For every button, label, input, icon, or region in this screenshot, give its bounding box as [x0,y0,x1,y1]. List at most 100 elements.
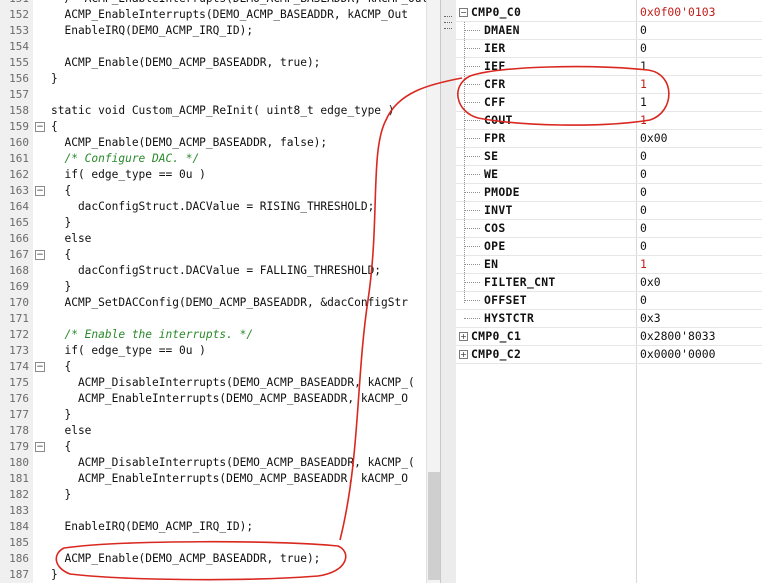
register-value[interactable]: 0x3 [640,310,661,327]
code-line[interactable]: 165 } [0,215,426,231]
register-row[interactable]: + CMP0_C1 0x2800'8033 [456,328,762,346]
code-line[interactable]: 177 } [0,407,426,423]
code-line[interactable]: 166 else [0,231,426,247]
register-value[interactable]: 0 [640,220,647,237]
register-field-row[interactable]: FILTER_CNT 0x0 [456,274,762,292]
code-line[interactable]: 185 [0,535,426,551]
code-line[interactable]: 157 [0,87,426,103]
register-value[interactable]: 0 [640,238,647,255]
register-view[interactable]: − CMP0_C0 0x0f00'0103 DMAEN 0 IER 0 IEF 1 CFR 1 CFF… [456,0,762,583]
code-line[interactable]: 174− { [0,359,426,375]
register-value[interactable]: 1 [640,58,647,75]
register-field-row[interactable]: COS 0 [456,220,762,238]
code-line[interactable]: 154 [0,39,426,55]
editor-scroll-thumb[interactable] [428,472,440,580]
register-field-row[interactable]: SE 0 [456,148,762,166]
code-line[interactable]: 173 if( edge_type == 0u ) [0,343,426,359]
code-line[interactable]: 162 if( edge_type == 0u ) [0,167,426,183]
register-value[interactable]: 1 [640,256,647,273]
code-line[interactable]: 151 /* ACMP_EnableInterrupts(DEMO_ACMP_B… [0,0,426,7]
register-value[interactable]: 0x0000'0000 [640,346,715,363]
tree-branch [464,156,480,157]
register-row[interactable]: + CMP0_C2 0x0000'0000 [456,346,762,364]
register-field-row[interactable]: IER 0 [456,40,762,58]
register-field-row[interactable]: FPR 0x00 [456,130,762,148]
register-field-row[interactable]: DMAEN 0 [456,22,762,40]
code-line[interactable]: 155 ACMP_Enable(DEMO_ACMP_BASEADDR, true… [0,55,426,71]
register-value[interactable]: 0 [640,22,647,39]
register-field-row[interactable]: COUT 1 [456,112,762,130]
collapse-icon[interactable]: − [459,8,468,17]
register-row[interactable]: − CMP0_C0 0x0f00'0103 [456,4,762,22]
register-field-row[interactable]: CFF 1 [456,94,762,112]
code-line[interactable]: 184 EnableIRQ(DEMO_ACMP_IRQ_ID); [0,519,426,535]
register-field-row[interactable]: CFR 1 [456,76,762,94]
code-line[interactable]: 180 ACMP_DisableInterrupts(DEMO_ACMP_BAS… [0,455,426,471]
code-line[interactable]: 183 [0,503,426,519]
code-line[interactable]: 172 /* Enable the interrupts. */ [0,327,426,343]
register-field-row[interactable]: OPE 0 [456,238,762,256]
register-name: CMP0_C0 [471,5,522,19]
code-line[interactable]: 187} [0,567,426,583]
code-line[interactable]: 158 static void Custom_ACMP_ReInit( uint8… [0,103,426,119]
register-field-row[interactable]: WE 0 [456,166,762,184]
fold-toggle-icon[interactable]: − [35,250,45,260]
expand-icon[interactable]: + [459,350,468,359]
register-value[interactable]: 1 [640,76,647,93]
code-line[interactable]: 179− { [0,439,426,455]
register-value[interactable]: 0x2800'8033 [640,328,715,345]
line-number: 187 [9,568,29,581]
code-line[interactable]: 167− { [0,247,426,263]
code-line[interactable]: 161 /* Configure DAC. */ [0,151,426,167]
register-value[interactable]: 0x0f00'0103 [640,4,715,21]
code-line[interactable]: 168 dacConfigStruct.DACValue = FALLING_T… [0,263,426,279]
fold-toggle-icon[interactable]: − [35,186,45,196]
register-field-row[interactable]: HYSTCTR 0x3 [456,310,762,328]
code-line[interactable]: 169 } [0,279,426,295]
code-line[interactable]: 152 ACMP_EnableInterrupts(DEMO_ACMP_BASE… [0,7,426,23]
code-line[interactable]: 178 else [0,423,426,439]
register-field-row[interactable]: IEF 1 [456,58,762,76]
code-text: ACMP_EnableInterrupts(DEMO_ACMP_BASEADDR… [51,392,408,405]
tree-branch [464,228,480,229]
register-name: DMAEN [484,23,520,37]
code-line[interactable]: 186 ACMP_Enable(DEMO_ACMP_BASEADDR, true… [0,551,426,567]
code-line[interactable]: 170 ACMP_SetDACConfig(DEMO_ACMP_BASEADDR… [0,295,426,311]
code-line[interactable]: 160 ACMP_Enable(DEMO_ACMP_BASEADDR, fals… [0,135,426,151]
register-value[interactable]: 1 [640,112,647,129]
fold-toggle-icon[interactable]: − [35,442,45,452]
tree-branch [464,210,480,211]
code-line[interactable]: 181 ACMP_EnableInterrupts(DEMO_ACMP_BASE… [0,471,426,487]
code-line[interactable]: 182 } [0,487,426,503]
register-value[interactable]: 0x0 [640,274,661,291]
register-field-row[interactable]: EN 1 [456,256,762,274]
fold-toggle-icon[interactable]: − [35,362,45,372]
expand-icon[interactable]: + [459,332,468,341]
register-value[interactable]: 1 [640,94,647,111]
register-field-row[interactable]: INVT 0 [456,202,762,220]
code-line[interactable]: 163− { [0,183,426,199]
register-value[interactable]: 0 [640,166,647,183]
code-line[interactable]: 175 ACMP_DisableInterrupts(DEMO_ACMP_BAS… [0,375,426,391]
code-line[interactable]: 164 dacConfigStruct.DACValue = RISING_TH… [0,199,426,215]
tree-branch [464,318,480,319]
register-field-row[interactable]: OFFSET 0 [456,292,762,310]
register-value[interactable]: 0x00 [640,130,667,147]
register-value[interactable]: 0 [640,40,647,57]
code-editor[interactable]: 151 /* ACMP_EnableInterrupts(DEMO_ACMP_B… [0,0,426,583]
editor-vertical-scrollbar[interactable] [426,0,441,583]
code-line[interactable]: 153 EnableIRQ(DEMO_ACMP_IRQ_ID); [0,23,426,39]
register-field-row[interactable]: PMODE 0 [456,184,762,202]
register-value[interactable]: 0 [640,184,647,201]
code-text: { [51,120,58,133]
line-number: 184 [9,520,29,533]
fold-toggle-icon[interactable]: − [35,122,45,132]
code-line[interactable]: 176 ACMP_EnableInterrupts(DEMO_ACMP_BASE… [0,391,426,407]
register-value[interactable]: 0 [640,292,647,309]
code-line[interactable]: 171 [0,311,426,327]
code-line[interactable]: 159−{ [0,119,426,135]
code-text: ACMP_DisableInterrupts(DEMO_ACMP_BASEADD… [51,456,415,469]
code-line[interactable]: 156} [0,71,426,87]
register-value[interactable]: 0 [640,148,647,165]
register-value[interactable]: 0 [640,202,647,219]
